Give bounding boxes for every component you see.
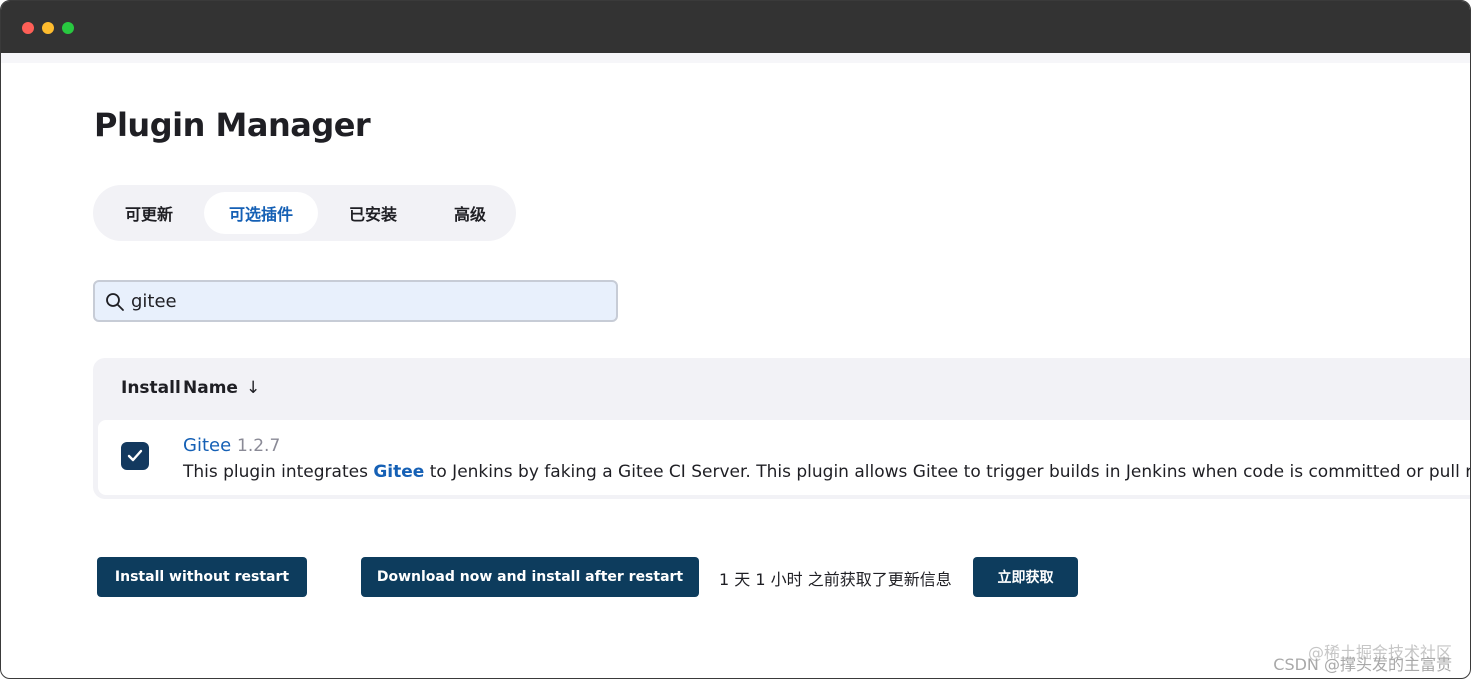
page-title: Plugin Manager: [94, 106, 371, 144]
search-box: [93, 280, 618, 322]
watermark-csdn: CSDN @撑头发的主富贵: [1273, 655, 1452, 674]
tab-installed[interactable]: 已安装: [329, 192, 417, 234]
plugin-description-prefix: This plugin integrates: [183, 462, 374, 482]
download-install-after-restart-button[interactable]: Download now and install after restart: [361, 557, 699, 597]
fetch-now-button[interactable]: 立即获取: [973, 557, 1078, 597]
column-header-name-label: Name: [183, 378, 238, 398]
checkmark-icon: [127, 449, 143, 462]
update-status-text: 1 天 1 小时 之前获取了更新信息: [719, 570, 952, 589]
plugin-description-highlight: Gitee: [373, 462, 425, 482]
plugin-table: Install Name ↓ Gitee 1.2.7 This plugin in…: [93, 358, 1471, 499]
plugin-description-suffix: to Jenkins by faking a Gitee CI Server. …: [424, 462, 1471, 482]
tab-updates[interactable]: 可更新: [105, 192, 193, 234]
search-icon: [106, 293, 124, 311]
column-header-install[interactable]: Install: [121, 378, 181, 398]
window-titlebar: [1, 1, 1470, 53]
page-header-strip: [1, 53, 1470, 63]
maximize-window-icon[interactable]: [62, 22, 74, 34]
search-input[interactable]: [131, 282, 601, 320]
plugin-description: This plugin integrates Gitee to Jenkins …: [183, 462, 1471, 482]
browser-window: Plugin Manager 可更新 可选插件 已安装 高级 Install N…: [0, 0, 1471, 679]
close-window-icon[interactable]: [22, 22, 34, 34]
column-header-name[interactable]: Name ↓: [183, 378, 260, 398]
install-without-restart-button[interactable]: Install without restart: [97, 557, 307, 597]
tab-available[interactable]: 可选插件: [204, 192, 318, 234]
plugin-name-link[interactable]: Gitee: [183, 435, 231, 456]
tab-advanced[interactable]: 高级: [427, 192, 513, 234]
table-row: Gitee 1.2.7 This plugin integrates Gitee…: [98, 420, 1471, 495]
minimize-window-icon[interactable]: [42, 22, 54, 34]
plugin-version: 1.2.7: [237, 436, 281, 456]
install-checkbox[interactable]: [121, 442, 149, 470]
sort-arrow-icon: ↓: [245, 378, 261, 398]
plugin-tabs: 可更新 可选插件 已安装 高级: [93, 185, 516, 241]
